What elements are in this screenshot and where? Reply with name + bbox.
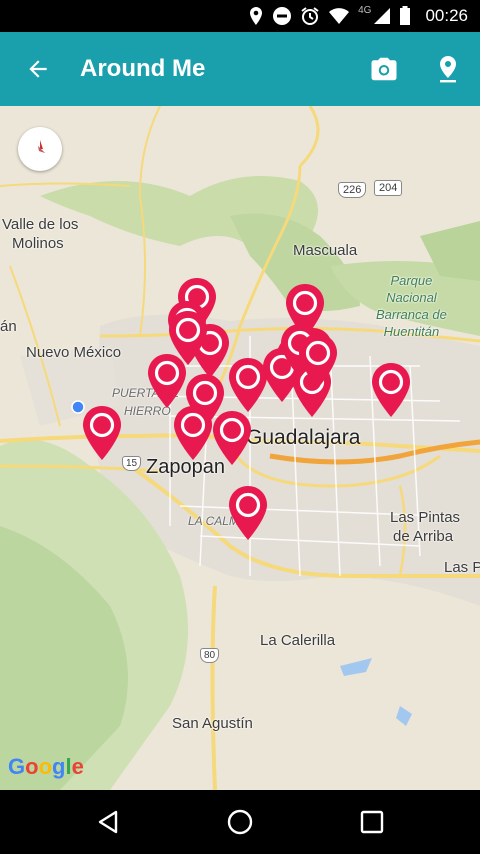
map-label-mascuala: Mascuala bbox=[293, 242, 358, 259]
map-marker-15[interactable] bbox=[80, 404, 124, 462]
navigation-bar bbox=[0, 790, 480, 854]
google-logo-o1: o bbox=[25, 754, 39, 779]
status-icons: 4G 00:26 bbox=[248, 0, 468, 32]
back-button[interactable] bbox=[14, 45, 62, 93]
map-label-parque: Parque Nacional Barranca de Huentitán bbox=[376, 272, 447, 340]
map-label-nuevo-mexico: Nuevo México bbox=[26, 344, 122, 361]
map-label-las-pintas: Las Pintas bbox=[390, 509, 461, 526]
map-label-san-agustin: San Agustín bbox=[172, 715, 253, 732]
wifi-icon bbox=[328, 7, 350, 25]
page-title: Around Me bbox=[80, 55, 206, 82]
map-marker-16[interactable] bbox=[369, 361, 413, 419]
park-line-1: Parque bbox=[390, 273, 433, 288]
google-logo-g: G bbox=[8, 754, 26, 779]
nav-back-button[interactable] bbox=[84, 798, 132, 846]
map-marker-13[interactable] bbox=[171, 404, 215, 462]
nav-recents-icon bbox=[360, 810, 384, 834]
park-line-4: Huentitán bbox=[383, 324, 440, 339]
map-label-an: án bbox=[0, 318, 17, 335]
highway-80-shield: 80 bbox=[200, 648, 220, 663]
map-label-las-p: Las P bbox=[444, 559, 480, 576]
google-logo-e: e bbox=[71, 754, 84, 779]
highway-226-shield: 226 bbox=[338, 182, 367, 198]
camera-icon bbox=[371, 57, 397, 81]
map-label-molinos: Molinos bbox=[12, 235, 64, 252]
google-logo-g2: g bbox=[52, 754, 66, 779]
map-marker-9[interactable] bbox=[226, 356, 270, 414]
highway-204-shield: 204 bbox=[374, 180, 403, 196]
camera-button[interactable] bbox=[360, 45, 408, 93]
google-attribution: Google bbox=[8, 754, 84, 780]
map-marker-19[interactable] bbox=[166, 309, 210, 367]
app-bar: Around Me bbox=[0, 32, 480, 106]
arrow-back-icon bbox=[29, 60, 47, 78]
compass-icon bbox=[37, 140, 45, 154]
nav-home-icon bbox=[227, 809, 253, 835]
nav-recents-button[interactable] bbox=[348, 798, 396, 846]
map-label-guadalajara: Guadalajara bbox=[246, 426, 361, 449]
nav-back-icon bbox=[98, 810, 118, 834]
map-view[interactable]: Valle de los Molinos Mascuala Parque Nac… bbox=[0, 106, 480, 790]
map-marker-14[interactable] bbox=[210, 409, 254, 467]
map-marker-20[interactable] bbox=[296, 332, 340, 390]
place-icon bbox=[440, 56, 456, 83]
park-line-2: Nacional bbox=[386, 290, 437, 305]
compass-button[interactable] bbox=[18, 127, 62, 171]
map-label-de-arriba: de Arriba bbox=[393, 528, 454, 545]
location-status-icon bbox=[248, 6, 264, 26]
map-label-la-calerilla: La Calerilla bbox=[260, 632, 336, 649]
map-label-valle: Valle de los bbox=[2, 216, 79, 233]
map-marker-17[interactable] bbox=[226, 484, 270, 542]
nav-home-button[interactable] bbox=[216, 798, 264, 846]
signal-icon bbox=[371, 7, 391, 25]
battery-icon bbox=[399, 6, 411, 26]
clock: 00:26 bbox=[425, 6, 468, 25]
do-not-disturb-icon bbox=[272, 6, 292, 26]
google-logo-o2: o bbox=[38, 754, 53, 779]
status-bar: 4G 00:26 bbox=[0, 0, 480, 32]
network-type: 4G bbox=[358, 4, 372, 16]
highway-15-shield: 15 bbox=[122, 456, 142, 471]
location-button[interactable] bbox=[424, 45, 472, 93]
park-line-3: Barranca de bbox=[376, 307, 447, 322]
alarm-icon bbox=[300, 6, 320, 26]
